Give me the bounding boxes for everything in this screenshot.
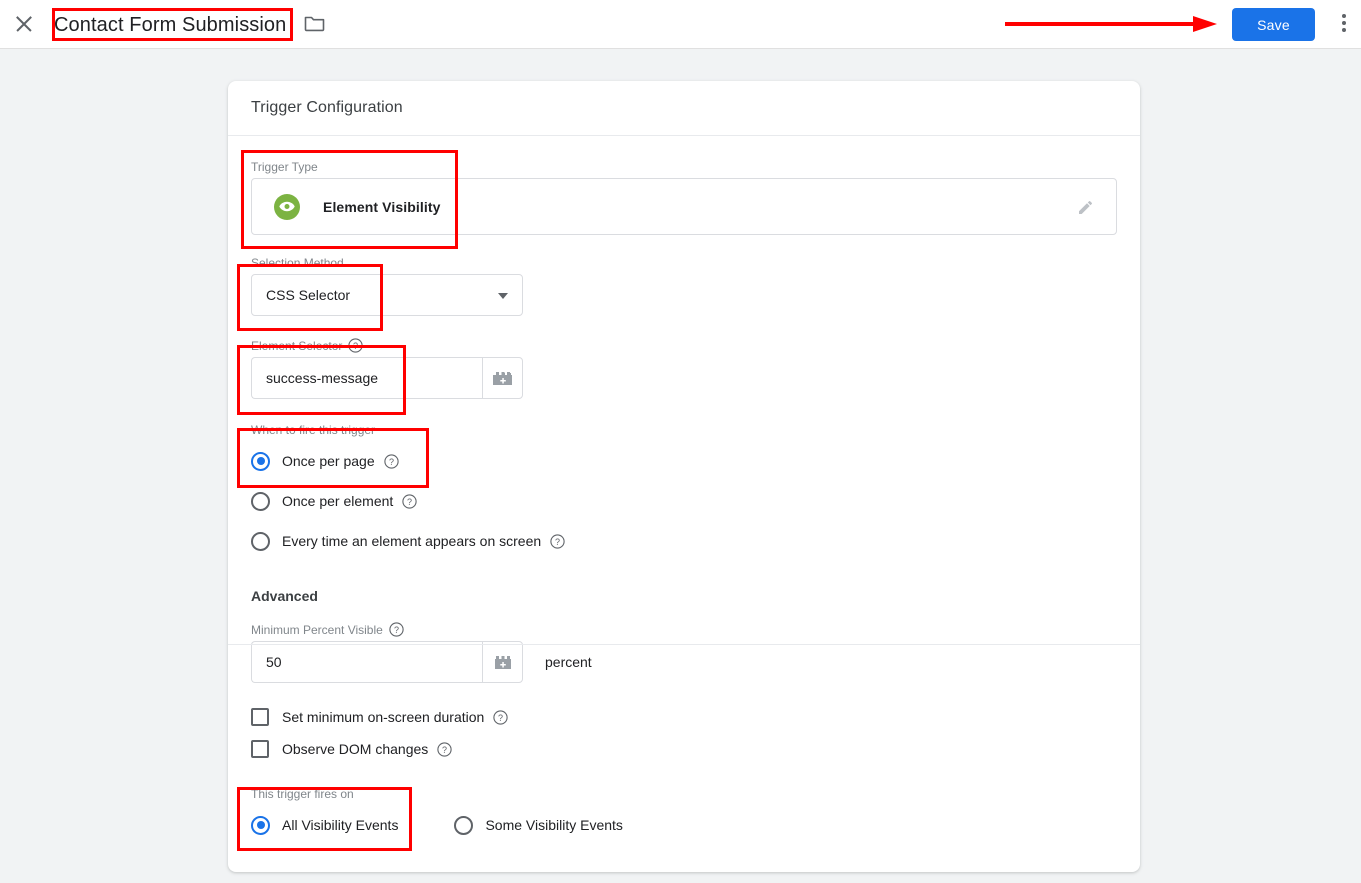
radio-indicator [251, 815, 270, 835]
checkbox-label: Observe DOM changes ? [282, 741, 452, 757]
more-vert-icon[interactable] [1336, 14, 1352, 36]
minimum-percent-visible-input[interactable] [251, 641, 482, 683]
element-selector-input-group [251, 357, 523, 399]
radio-once-per-page[interactable]: Once per page ? [251, 441, 1117, 481]
element-selector-input[interactable] [251, 357, 482, 399]
brick-plus-icon-button[interactable] [482, 357, 523, 399]
radio-label: Every time an element appears on screen … [282, 533, 565, 549]
help-icon[interactable]: ? [348, 338, 364, 353]
chevron-down-icon [498, 293, 508, 299]
trigger-type-field: Trigger Type Element Visibility [251, 136, 1117, 235]
checkbox-set-minimum-on-screen-duration[interactable]: Set minimum on-screen duration ? [251, 701, 1117, 733]
minimum-percent-visible-label-text: Minimum Percent Visible [251, 622, 383, 637]
radio-label: Once per element ? [282, 493, 417, 509]
fires-on-radio-group: All Visibility Events Some Visibility Ev… [251, 805, 1117, 845]
fires-on-field: This trigger fires on All Visibility Eve… [251, 787, 1117, 845]
svg-text:?: ? [442, 745, 447, 755]
radio-indicator [251, 531, 270, 551]
radio-label: Some Visibility Events [485, 817, 623, 833]
minimum-percent-visible-label: Minimum Percent Visible ? [251, 622, 1117, 637]
brick-plus-icon-button[interactable] [482, 641, 523, 683]
svg-text:?: ? [389, 457, 394, 467]
radio-label-text: Every time an element appears on screen [282, 533, 542, 549]
radio-all-visibility-events[interactable]: All Visibility Events [251, 805, 398, 845]
annotation-arrow-save [1005, 16, 1217, 32]
svg-text:?: ? [394, 625, 399, 635]
trigger-type-selector[interactable]: Element Visibility [251, 178, 1117, 235]
trigger-type-value: Element Visibility [323, 198, 441, 215]
trigger-name-input[interactable] [54, 10, 292, 40]
top-app-bar: Save [0, 0, 1361, 49]
help-icon[interactable]: ? [383, 453, 399, 469]
selection-method-label: Selection Method [251, 256, 344, 270]
percent-suffix-label: percent [545, 654, 592, 670]
minimum-percent-visible-input-group [251, 641, 523, 683]
checkbox-label-text: Set minimum on-screen duration [282, 709, 485, 725]
help-icon[interactable]: ? [402, 493, 417, 509]
checkbox-label-text: Observe DOM changes [282, 741, 429, 757]
help-icon[interactable]: ? [550, 533, 565, 549]
svg-text:?: ? [498, 713, 503, 723]
svg-text:?: ? [555, 537, 560, 547]
trigger-type-label: Trigger Type [251, 160, 318, 174]
when-to-fire-label: When to fire this trigger [251, 423, 376, 437]
checkbox-indicator [251, 740, 269, 758]
save-button[interactable]: Save [1232, 8, 1315, 41]
pencil-icon[interactable] [1076, 197, 1096, 217]
checkbox-indicator [251, 708, 269, 726]
radio-once-per-element[interactable]: Once per element ? [251, 481, 1117, 521]
page-title: Trigger Configuration [251, 99, 403, 116]
element-selector-label: Element Selector ? [251, 338, 1117, 353]
checkbox-label: Set minimum on-screen duration ? [282, 709, 508, 725]
folder-icon[interactable] [304, 15, 325, 32]
radio-indicator [251, 451, 270, 471]
card-body: Trigger Type Element Visibility Selectio… [228, 136, 1140, 845]
radio-indicator [454, 815, 474, 835]
selection-method-value: CSS Selector [266, 287, 351, 303]
radio-label-text: Once per page [282, 453, 375, 469]
svg-text:?: ? [407, 497, 412, 507]
help-icon[interactable]: ? [437, 741, 452, 757]
eye-icon [274, 193, 300, 220]
minimum-percent-visible-field: Minimum Percent Visible ? 50 percent [251, 622, 1117, 683]
radio-every-time-element-appears[interactable]: Every time an element appears on screen … [251, 521, 1117, 561]
close-icon[interactable] [13, 13, 35, 35]
trigger-configuration-card: Trigger Configuration Trigger Type Eleme… [228, 81, 1140, 872]
help-icon[interactable]: ? [493, 709, 508, 725]
radio-label: Once per page ? [282, 453, 399, 469]
advanced-section-title: Advanced [251, 588, 318, 604]
radio-some-visibility-events[interactable]: Some Visibility Events [454, 805, 623, 845]
selection-method-field: Selection Method CSS Selector [251, 256, 1117, 316]
element-selector-label-text: Element Selector [251, 338, 343, 353]
radio-label-text: Once per element [282, 493, 394, 509]
checkbox-observe-dom-changes[interactable]: Observe DOM changes ? [251, 733, 1117, 765]
advanced-checkbox-group: Set minimum on-screen duration ? Observe… [251, 701, 1117, 765]
radio-indicator [251, 491, 270, 511]
fires-on-label: This trigger fires on [251, 787, 354, 801]
section-divider [228, 644, 1140, 645]
help-icon[interactable]: ? [389, 622, 404, 637]
svg-text:?: ? [353, 341, 358, 351]
radio-label: All Visibility Events [282, 817, 399, 833]
element-selector-field: Element Selector ? [251, 338, 1117, 399]
card-header: Trigger Configuration [228, 81, 1140, 136]
when-to-fire-field: When to fire this trigger Once per page … [251, 423, 1117, 561]
selection-method-select[interactable]: CSS Selector [251, 274, 523, 316]
